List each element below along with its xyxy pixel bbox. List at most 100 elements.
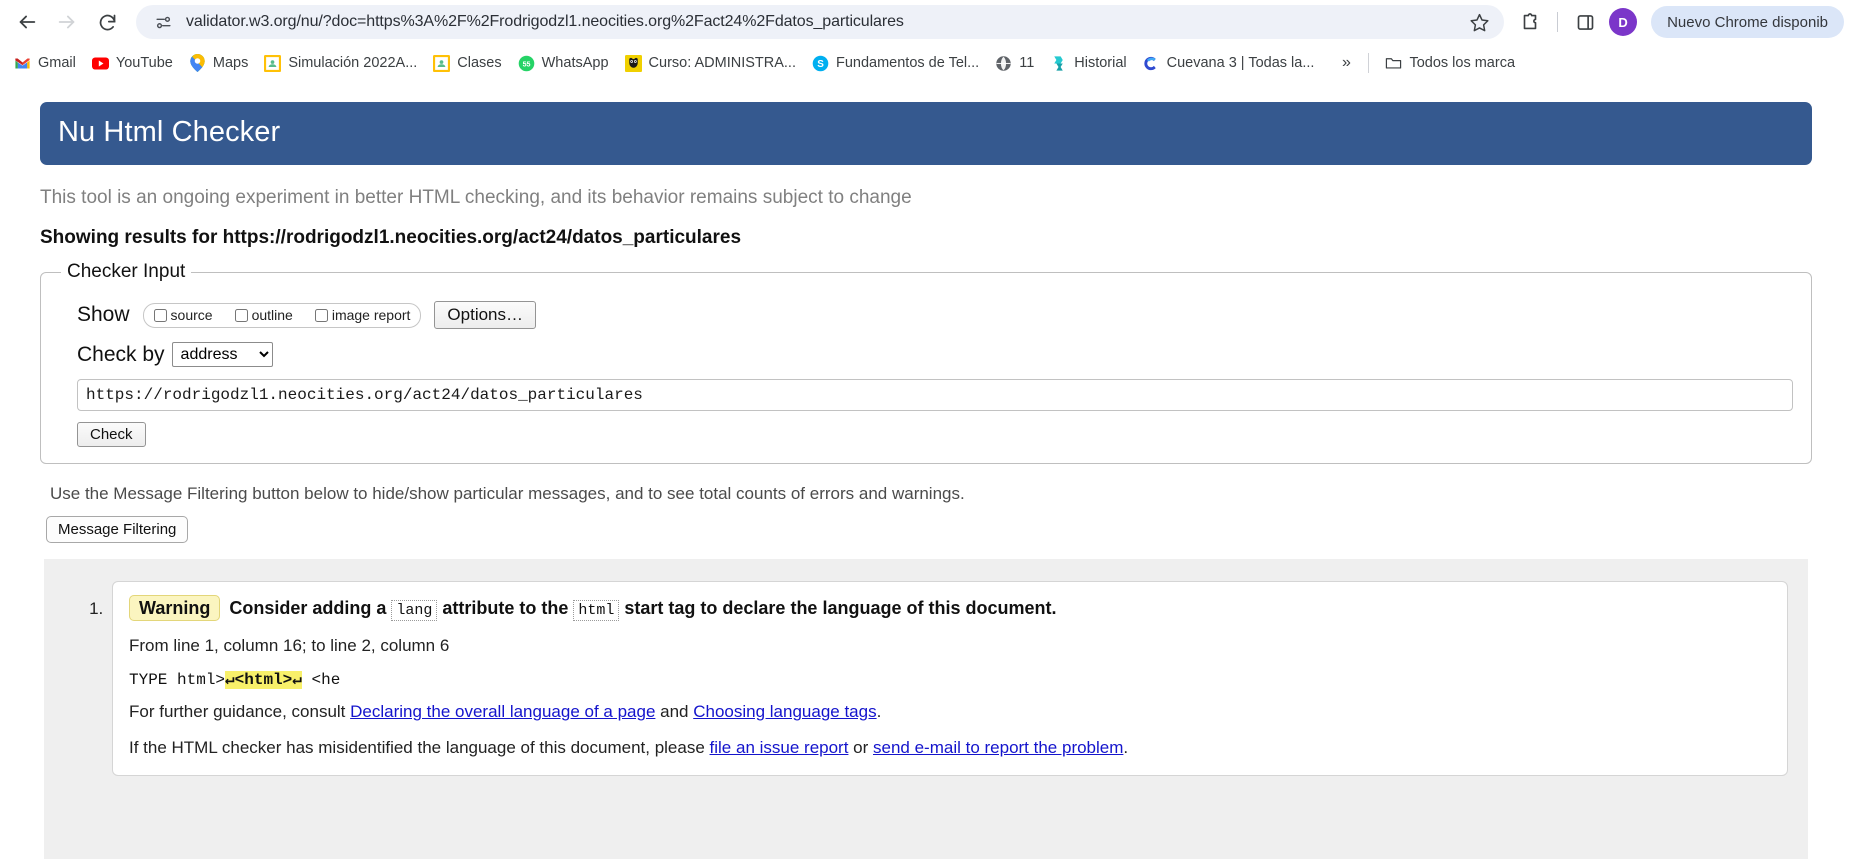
image-report-checkbox-input[interactable]: [314, 308, 328, 322]
source-extract: TYPE html>↵<html>↵ <he: [129, 669, 1771, 690]
checkbox-outline[interactable]: outline: [234, 307, 293, 323]
whatsapp-badge-icon: 55: [518, 55, 534, 71]
bookmark-11[interactable]: 11: [987, 49, 1042, 77]
intro-text: This tool is an ongoing experiment in be…: [40, 187, 912, 208]
show-label: Show: [77, 303, 130, 326]
sliders-icon: [155, 16, 171, 28]
bookmark-maps[interactable]: Maps: [181, 49, 256, 77]
folder-outline-icon: [1386, 58, 1402, 69]
checker-input-fieldset: Checker Input Show source outline image …: [40, 261, 1812, 464]
checker-input-legend: Checker Input: [67, 261, 186, 282]
message-filtering-button[interactable]: Message Filtering: [46, 516, 189, 543]
folder-icon: [1385, 55, 1402, 72]
site-settings-icon[interactable]: [150, 9, 176, 35]
message-text-part: attribute to the: [437, 598, 574, 618]
message-headline: Warning Consider adding a lang attribute …: [129, 595, 1771, 623]
misident-prefix: If the HTML checker has misidentified th…: [129, 737, 710, 757]
owl-icon: [624, 54, 642, 72]
bookmark-fundamentos-tel[interactable]: S Fundamentos de Tel...: [804, 49, 987, 77]
check-by-select[interactable]: address file upload text input: [171, 342, 273, 367]
outline-checkbox-input[interactable]: [234, 308, 248, 322]
checkbox-source[interactable]: source: [153, 307, 213, 323]
bookmark-youtube[interactable]: YouTube: [84, 49, 181, 77]
extract-highlight: ↵<html>↵: [225, 671, 302, 690]
maps-icon: [189, 54, 206, 72]
message-location: From line 1, column 16; to line 2, colum…: [129, 635, 450, 655]
code-html: html: [573, 600, 620, 621]
address-bar-url[interactable]: validator.w3.org/nu/?doc=https%3A%2F%2Fr…: [176, 13, 1462, 31]
bookmark-curso-administra[interactable]: Curso: ADMINISTRA...: [617, 49, 804, 77]
skype-s-icon: S: [812, 55, 829, 71]
google-classroom-icon: [264, 54, 282, 72]
bookmarks-overflow-button[interactable]: »: [1332, 49, 1360, 77]
map-pin-icon: [190, 54, 205, 72]
history-ribbon-icon: [1054, 55, 1064, 71]
bookmark-historial[interactable]: Historial: [1042, 49, 1134, 77]
all-bookmarks-button[interactable]: Todos los marca: [1377, 49, 1523, 77]
bookmark-star-icon: [1470, 13, 1489, 31]
bookmark-label: WhatsApp: [541, 55, 609, 71]
source-checkbox-input[interactable]: [153, 308, 167, 322]
link-file-issue-report[interactable]: file an issue report: [710, 738, 849, 757]
warning-message-box: Warning Consider adding a lang attribute …: [112, 581, 1788, 777]
svg-text:55: 55: [522, 60, 530, 68]
show-checkbox-group: source outline image report: [142, 302, 422, 328]
back-arrow-icon: [19, 15, 36, 29]
bookmark-whatsapp[interactable]: 55 WhatsApp: [510, 49, 617, 77]
back-button[interactable]: [8, 3, 46, 41]
avatar[interactable]: D: [1609, 8, 1638, 36]
address-bar[interactable]: validator.w3.org/nu/?doc=https%3A%2F%2Fr…: [136, 5, 1505, 39]
cuevana-icon: [1143, 55, 1160, 72]
check-button-row: Check: [77, 422, 1797, 447]
browser-toolbar: validator.w3.org/nu/?doc=https%3A%2F%2Fr…: [0, 0, 1852, 44]
status-badge: Warning: [129, 595, 221, 621]
reload-button[interactable]: [88, 3, 126, 41]
show-row: Show source outline image report Options…: [77, 301, 1797, 329]
forward-button[interactable]: [48, 3, 86, 41]
star-icon[interactable]: [1462, 5, 1496, 39]
bookmark-label: 11: [1019, 55, 1035, 71]
youtube-play-icon: [91, 56, 109, 70]
gmail-icon: [14, 55, 31, 72]
message-filtering-row: Message Filtering: [46, 516, 1830, 543]
link-declaring-language[interactable]: Declaring the overall language of a page: [350, 702, 655, 721]
url-input[interactable]: [77, 379, 1793, 411]
classroom-icon: [264, 54, 282, 72]
page-content: Nu Html Checker This tool is an ongoing …: [0, 82, 1852, 859]
extract-before: TYPE html>: [129, 671, 226, 690]
bookmark-cuevana3[interactable]: Cuevana 3 | Todas la...: [1135, 49, 1323, 77]
history-icon: [1050, 55, 1067, 72]
extensions-button[interactable]: [1512, 4, 1548, 40]
check-by-label: Check by: [77, 342, 165, 366]
chrome-update-pill[interactable]: Nuevo Chrome disponib: [1651, 6, 1844, 38]
skype-icon: S: [812, 55, 829, 72]
checkbox-image-report[interactable]: image report: [314, 307, 410, 323]
world-globe-icon: [996, 55, 1011, 71]
bookmark-clases[interactable]: Clases: [425, 49, 509, 77]
side-panel-button[interactable]: [1567, 4, 1603, 40]
message-filtering-hint: Use the Message Filtering button below t…: [50, 484, 965, 503]
bookmark-label: YouTube: [115, 55, 173, 71]
bookmark-label: Curso: ADMINISTRA...: [648, 55, 796, 71]
guidance-prefix: For further guidance, consult: [129, 702, 351, 722]
options-button[interactable]: Options…: [434, 301, 537, 329]
bookmark-gmail[interactable]: Gmail: [6, 49, 84, 77]
bookmark-label: Cuevana 3 | Todas la...: [1166, 55, 1315, 71]
link-send-email[interactable]: send e-mail to report the problem: [873, 738, 1123, 757]
google-classroom-icon: [433, 54, 451, 72]
bookmark-simulacion[interactable]: Simulación 2022A...: [256, 49, 425, 77]
globe-icon: [995, 55, 1012, 72]
reload-icon: [99, 14, 115, 30]
list-item: Warning Consider adding a lang attribute …: [108, 581, 1788, 777]
bookmark-label: Simulación 2022A...: [288, 55, 418, 71]
whatsapp-icon: 55: [518, 55, 535, 72]
check-button[interactable]: Check: [77, 422, 146, 447]
svg-text:S: S: [817, 59, 824, 70]
gmail-envelope-icon: [15, 58, 30, 68]
showing-results-text: Showing results for https://rodrigodzl1.…: [40, 227, 742, 248]
outline-checkbox-label: outline: [251, 307, 293, 323]
bookmarks-divider: [1368, 53, 1370, 73]
misidentified-line: If the HTML checker has misidentified th…: [129, 736, 1771, 761]
link-choosing-language-tags[interactable]: Choosing language tags: [693, 702, 876, 721]
message-list: Warning Consider adding a lang attribute …: [64, 581, 1788, 777]
